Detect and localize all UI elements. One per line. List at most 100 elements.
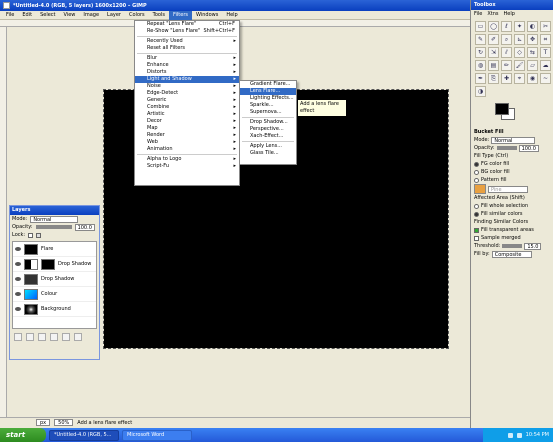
filters-item-combine[interactable]: Combine ▸ — [135, 104, 239, 111]
opacity-value[interactable]: 100.0 — [74, 223, 95, 231]
filters-item-noise[interactable]: Noise ▸ — [135, 83, 239, 90]
menu-help[interactable]: Help — [222, 11, 241, 20]
filters-item-artistic[interactable]: Artistic ▸ — [135, 111, 239, 118]
start-button[interactable]: start — [0, 428, 46, 442]
menu-colors[interactable]: Colors — [125, 11, 149, 20]
rotate-icon[interactable]: ↻ — [475, 47, 486, 58]
check-option[interactable]: Sample merged — [474, 234, 550, 242]
radio-button[interactable] — [474, 203, 479, 209]
lightshadow-item-lighting-effects[interactable]: Lighting Effects... — [240, 95, 296, 102]
lightshadow-item-drop-shadow[interactable]: Drop Shadow... — [240, 119, 296, 126]
toolbox-menu-help[interactable]: Help — [504, 11, 515, 17]
paintbrush-icon[interactable]: 🖌 — [514, 60, 525, 71]
visibility-eye-icon[interactable] — [15, 292, 21, 296]
checkbox[interactable] — [474, 235, 479, 241]
flip-icon[interactable]: ⇆ — [527, 47, 538, 58]
menu-tools[interactable]: Tools — [149, 11, 169, 20]
filters-item-repeat-lens-flare[interactable]: Repeat "Lens Flare" Ctrl+F — [135, 21, 239, 28]
lightshadow-item-xach-effect[interactable]: Xach-Effect... — [240, 133, 296, 140]
ellipse-select-icon[interactable]: ◯ — [488, 21, 499, 32]
perspective-icon[interactable]: ◇ — [514, 47, 525, 58]
layer-row[interactable]: Drop Shadow — [13, 257, 96, 272]
foreground-color-swatch[interactable] — [495, 103, 509, 115]
rect-select-icon[interactable]: ▭ — [475, 21, 486, 32]
move-icon[interactable]: ✥ — [527, 34, 538, 45]
radio-option[interactable]: Pattern fill — [474, 176, 550, 184]
airbrush-icon[interactable]: ☁ — [540, 60, 551, 71]
pencil-icon[interactable]: ✏ — [501, 60, 512, 71]
menu-select[interactable]: Select — [36, 11, 59, 20]
menu-view[interactable]: View — [60, 11, 80, 20]
radio-option[interactable]: Fill similar colors — [474, 210, 550, 218]
shear-icon[interactable]: ⫽ — [501, 47, 512, 58]
filters-item-reset-all-filters[interactable]: Reset all Filters — [135, 45, 239, 52]
bucket-fill-icon[interactable]: ◍ — [475, 60, 486, 71]
taskbar-word-button[interactable]: Microsoft Word — [122, 429, 192, 441]
menu-filters[interactable]: Filters — [169, 10, 192, 20]
color-picker-icon[interactable]: ✐ — [488, 34, 499, 45]
lower-layer-button[interactable] — [38, 333, 46, 341]
fuzzy-select-icon[interactable]: ✦ — [514, 21, 525, 32]
threshold-slider[interactable] — [502, 244, 523, 248]
lock-pixels-icon[interactable] — [36, 232, 42, 238]
toolbox-menu-file[interactable]: File — [474, 11, 482, 17]
layer-row[interactable]: Background — [13, 302, 96, 317]
eraser-icon[interactable]: ▱ — [527, 60, 538, 71]
radio-option[interactable]: BG color fill — [474, 168, 550, 176]
radio-button[interactable] — [474, 177, 479, 183]
filters-item-web[interactable]: Web ▸ — [135, 139, 239, 146]
menu-layer[interactable]: Layer — [103, 11, 125, 20]
color-select-icon[interactable]: ◐ — [527, 21, 538, 32]
radio-option[interactable]: FG color fill — [474, 160, 550, 168]
tray-network-icon[interactable] — [516, 432, 522, 438]
scale-icon[interactable]: ⇲ — [488, 47, 499, 58]
zoom-select[interactable]: 50% — [54, 419, 74, 426]
threshold-value[interactable]: 15.0 — [524, 242, 542, 250]
radio-button[interactable] — [474, 211, 479, 217]
filters-item-alpha-to-logo[interactable]: Alpha to Logo ▸ — [135, 156, 239, 163]
bf-opacity-value[interactable]: 100.0 — [518, 144, 539, 152]
layer-mode-select[interactable]: Normal — [30, 215, 79, 223]
anchor-layer-button[interactable] — [62, 333, 70, 341]
toolbox-menu-xtns[interactable]: Xtns — [487, 11, 498, 17]
tray-volume-icon[interactable] — [507, 432, 513, 438]
blend-icon[interactable]: ▤ — [488, 60, 499, 71]
delete-layer-button[interactable] — [74, 333, 82, 341]
layer-row[interactable]: Colour — [13, 287, 96, 302]
dodge-burn-icon[interactable]: ◑ — [475, 86, 486, 97]
paths-icon[interactable]: ✎ — [475, 34, 486, 45]
filters-item-edge-detect[interactable]: Edge-Detect ▸ — [135, 90, 239, 97]
checkbox[interactable] — [474, 227, 479, 233]
filters-item-decor[interactable]: Decor ▸ — [135, 118, 239, 125]
text-icon[interactable]: T — [540, 47, 551, 58]
filters-item-distorts[interactable]: Distorts ▸ — [135, 69, 239, 76]
visibility-eye-icon[interactable] — [15, 247, 21, 251]
filters-item-render[interactable]: Render ▸ — [135, 132, 239, 139]
filters-item-light-and-shadow[interactable]: Light and Shadow ▸ — [135, 76, 239, 83]
lightshadow-item-sparkle[interactable]: Sparkle... — [240, 102, 296, 109]
zoom-icon[interactable]: ⌕ — [501, 34, 512, 45]
perspective-clone-icon[interactable]: ⌖ — [514, 73, 525, 84]
heal-icon[interactable]: ✚ — [501, 73, 512, 84]
filters-item-map[interactable]: Map ▸ — [135, 125, 239, 132]
filters-item-blur[interactable]: Blur ▸ — [135, 55, 239, 62]
opacity-slider[interactable] — [35, 225, 72, 229]
visibility-eye-icon[interactable] — [15, 262, 21, 266]
radio-option[interactable]: Fill whole selection — [474, 202, 550, 210]
filters-item-generic[interactable]: Generic ▸ — [135, 97, 239, 104]
clone-icon[interactable]: ⎘ — [488, 73, 499, 84]
menu-file[interactable]: File — [2, 11, 18, 20]
filters-item-script-fu[interactable]: Script-Fu ▸ — [135, 163, 239, 170]
crop-icon[interactable]: ⌗ — [540, 34, 551, 45]
vertical-ruler[interactable] — [0, 27, 7, 417]
layer-row[interactable]: Flare — [13, 242, 96, 257]
menu-edit[interactable]: Edit — [18, 11, 36, 20]
visibility-eye-icon[interactable] — [15, 277, 21, 281]
ink-icon[interactable]: ✒ — [475, 73, 486, 84]
measure-icon[interactable]: ⊾ — [514, 34, 525, 45]
visibility-eye-icon[interactable] — [15, 307, 21, 311]
scissors-icon[interactable]: ✂ — [540, 21, 551, 32]
taskbar-gimp-button[interactable]: *Untitled-4.0 (RGB, 5... — [49, 429, 119, 441]
lasso-icon[interactable]: ℓ — [501, 21, 512, 32]
unit-select[interactable]: px — [36, 419, 51, 426]
